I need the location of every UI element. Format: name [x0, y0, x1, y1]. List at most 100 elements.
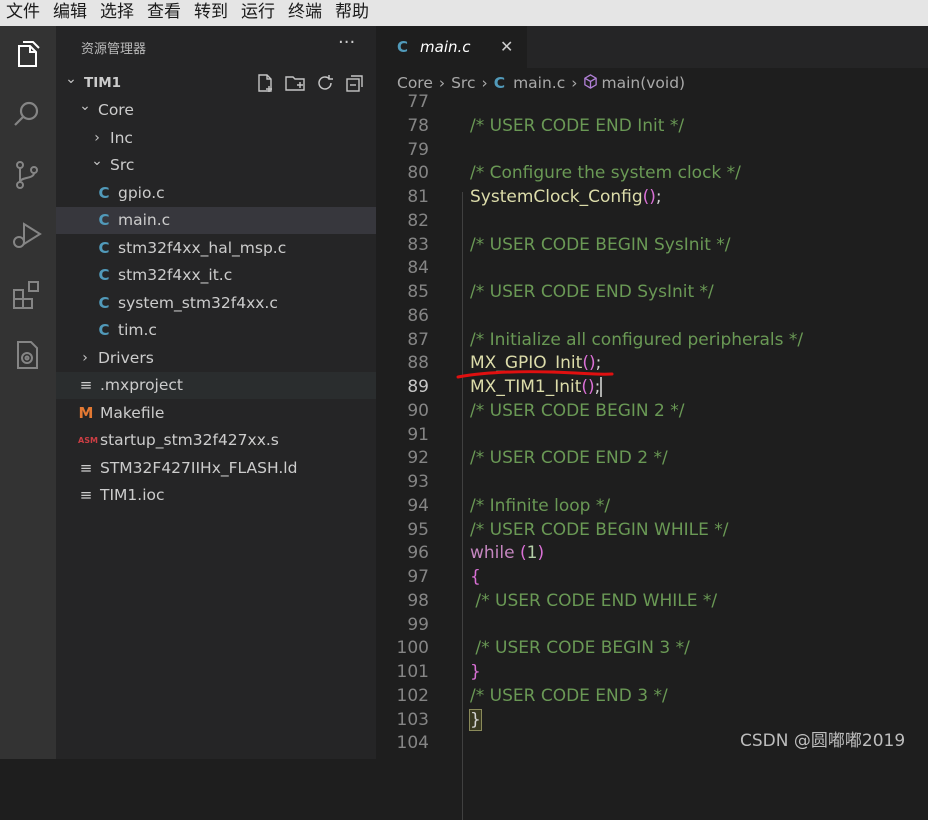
- chevron-right-icon: ›: [438, 74, 446, 92]
- tree-label: stm32f4xx_hal_msp.c: [118, 238, 287, 257]
- chevron-right-icon: ›: [82, 349, 88, 366]
- code-line[interactable]: 98 /* USER CODE END WHILE */: [376, 591, 928, 615]
- line-number: 90: [407, 400, 429, 421]
- line-number: 101: [396, 662, 429, 682]
- more-actions-icon[interactable]: ···: [338, 32, 355, 53]
- breadcrumb-src[interactable]: Src: [451, 74, 475, 92]
- line-number: 98: [407, 590, 429, 611]
- editor-area: C main.c ✕ Core › Src › C main.c › main(…: [376, 26, 928, 820]
- source-control-icon[interactable]: [10, 158, 44, 192]
- line-number: 104: [396, 733, 429, 754]
- code-line[interactable]: 77: [376, 92, 928, 116]
- code-line[interactable]: 83 /* USER CODE BEGIN SysInit */: [376, 235, 928, 259]
- code-line[interactable]: 91: [376, 425, 928, 449]
- menu-item[interactable]: 帮助: [329, 0, 376, 26]
- line-number: 82: [407, 210, 429, 231]
- tree-label: Core: [98, 101, 134, 119]
- code-line[interactable]: 78 /* USER CODE END Init */: [376, 116, 928, 140]
- code-line[interactable]: 101}: [376, 662, 928, 686]
- code-token: }: [470, 662, 481, 682]
- c-file-icon: C: [98, 183, 110, 202]
- file-flash-ld[interactable]: ≡ STM32F427IIHx_FLASH.ld: [56, 454, 376, 481]
- file-main-c[interactable]: Cmain.c: [56, 206, 376, 234]
- menu-item[interactable]: 转到: [188, 0, 235, 26]
- folder-core[interactable]: ⌄ Core: [56, 97, 376, 124]
- extensions-icon[interactable]: [10, 278, 44, 312]
- new-folder-icon[interactable]: [284, 72, 306, 94]
- breadcrumb-core[interactable]: Core: [397, 74, 433, 92]
- line-number: 84: [407, 258, 429, 279]
- code-token: while: [470, 543, 515, 564]
- file-gpio-c[interactable]: Cgpio.c: [56, 179, 376, 206]
- tree-label: TIM1.ioc: [100, 486, 165, 504]
- code-line[interactable]: 92 /* USER CODE END 2 */: [376, 448, 928, 472]
- stm32-extension-icon[interactable]: [10, 338, 44, 372]
- line-number: 89: [407, 377, 429, 397]
- c-file-icon: C: [98, 293, 110, 312]
- code-token: /* USER CODE BEGIN WHILE */: [470, 519, 729, 540]
- code-line[interactable]: 99: [376, 615, 928, 639]
- refresh-icon[interactable]: [314, 72, 336, 94]
- tree-label: tim.c: [118, 321, 157, 339]
- file-makefile[interactable]: M Makefile: [56, 399, 376, 426]
- code-token: ): [537, 543, 545, 564]
- menu-item[interactable]: 运行: [235, 0, 282, 26]
- new-file-icon[interactable]: [254, 72, 276, 94]
- code-line[interactable]: 93: [376, 472, 928, 496]
- tree-root-tim1[interactable]: ⌄ TIM1: [56, 69, 376, 96]
- code-line[interactable]: 79: [376, 140, 928, 164]
- code-token: /* Initialize all configured peripherals…: [470, 329, 804, 350]
- c-file-icon: C: [98, 321, 110, 339]
- code-token: /* USER CODE END Init */: [470, 115, 685, 136]
- code-line[interactable]: 80 /* Configure the system clock */: [376, 163, 928, 187]
- code-line[interactable]: 102 /* USER CODE END 3 */: [376, 686, 928, 710]
- file-tim-c[interactable]: Ctim.c: [56, 317, 376, 344]
- menu-item[interactable]: 文件: [0, 0, 47, 26]
- line-number: 86: [407, 305, 429, 326]
- code-line[interactable]: 82: [376, 211, 928, 235]
- folder-src[interactable]: ⌄ Src: [56, 152, 376, 179]
- tree-label: .mxproject: [100, 376, 183, 394]
- file-startup-s[interactable]: ASM startup_stm32f427xx.s: [56, 427, 376, 454]
- code-line[interactable]: 84: [376, 258, 928, 282]
- code-line[interactable]: 85 /* USER CODE END SysInit */: [376, 282, 928, 306]
- run-debug-icon[interactable]: [10, 218, 44, 252]
- tree-label: startup_stm32f427xx.s: [100, 431, 279, 449]
- code-line[interactable]: 100 /* USER CODE BEGIN 3 */: [376, 638, 928, 662]
- code-line[interactable]: 94 /* Infinite loop */: [376, 496, 928, 520]
- code-line[interactable]: 81 SystemClock_Config();: [376, 187, 928, 211]
- code-token: /* USER CODE BEGIN 2 */: [470, 400, 685, 421]
- menu-item[interactable]: 编辑: [47, 0, 94, 26]
- code-line[interactable]: 95 /* USER CODE BEGIN WHILE */: [376, 520, 928, 544]
- collapse-all-icon[interactable]: [344, 72, 366, 94]
- sidebar-title: 资源管理器: [81, 42, 147, 57]
- tree-label: Src: [110, 156, 135, 174]
- chevron-down-icon: ⌄: [65, 70, 77, 87]
- folder-inc[interactable]: › Inc: [56, 124, 376, 151]
- tab-main-c[interactable]: C main.c ✕: [376, 26, 527, 68]
- menu-item[interactable]: 终端: [282, 0, 329, 26]
- breadcrumb-function[interactable]: main(void): [601, 74, 685, 92]
- code-line[interactable]: 97 {: [376, 567, 928, 591]
- menu-item[interactable]: 查看: [141, 0, 188, 26]
- folder-drivers[interactable]: › Drivers: [56, 344, 376, 371]
- file-stm32f4xx-hal-msp-c[interactable]: Cstm32f4xx_hal_msp.c: [56, 234, 376, 261]
- breadcrumb-file[interactable]: main.c: [513, 74, 565, 92]
- code-line[interactable]: 96 while (1): [376, 543, 928, 567]
- code-line[interactable]: 87 /* Initialize all configured periphera…: [376, 330, 928, 354]
- code-line[interactable]: 90 /* USER CODE BEGIN 2 */: [376, 401, 928, 425]
- tree-label: Drivers: [98, 348, 154, 367]
- file-mxproject[interactable]: ≡ .mxproject: [56, 371, 376, 399]
- tree-label: main.c: [118, 211, 171, 229]
- code-line[interactable]: 86: [376, 306, 928, 330]
- line-number: 99: [407, 614, 429, 635]
- menu-item[interactable]: 选择: [94, 0, 141, 26]
- file-stm32f4xx-it-c[interactable]: Cstm32f4xx_it.c: [56, 262, 376, 289]
- file-tim1-ioc[interactable]: ≡ TIM1.ioc: [56, 482, 376, 509]
- file-system-stm32f4xx-c[interactable]: Csystem_stm32f4xx.c: [56, 289, 376, 316]
- files-icon[interactable]: [10, 38, 44, 72]
- close-icon[interactable]: ✕: [500, 37, 513, 56]
- c-file-icon: C: [493, 74, 506, 92]
- search-icon[interactable]: [10, 98, 44, 132]
- line-number: 88: [407, 353, 429, 374]
